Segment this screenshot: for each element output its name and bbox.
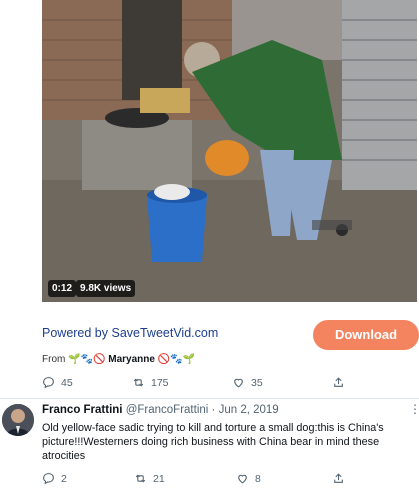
retweet-count: 175 (151, 376, 169, 389)
share-icon (334, 473, 343, 483)
tweet-text: Old yellow-face sadic trying to kill and… (42, 422, 384, 462)
video-views-badge: 9.8K views (76, 280, 136, 297)
like-count: 35 (251, 376, 263, 389)
embedded-tweet-card: 0:12 9.8K views Powered by SaveTweetVid.… (42, 0, 419, 374)
from-label: From (42, 354, 66, 365)
retweet-count: 21 (153, 472, 165, 485)
from-name[interactable]: Maryanne (108, 354, 155, 365)
retweet-icon (135, 474, 146, 483)
like-count: 8 (255, 472, 261, 485)
reply-action[interactable]: 2 (42, 472, 134, 485)
video-frame-image (42, 0, 417, 302)
avatar[interactable] (2, 404, 34, 436)
heart-icon (238, 474, 247, 484)
share-action[interactable] (332, 376, 351, 389)
reply-icon (43, 377, 54, 389)
retweet-icon (133, 378, 144, 387)
like-action[interactable]: 35 (232, 376, 332, 389)
tweet-date[interactable]: Jun 2, 2019 (219, 404, 279, 416)
retweet-action[interactable]: 175 (132, 376, 232, 389)
author-name[interactable]: Franco Frattini (42, 404, 123, 416)
tweet-header: Franco Frattini @FrancoFrattini · Jun 2,… (42, 404, 279, 416)
video-duration-badge: 0:12 (48, 280, 77, 297)
reply-icon (43, 473, 54, 485)
reply-count: 2 (61, 472, 67, 485)
more-options-icon[interactable]: ⋮ (409, 402, 419, 416)
from-emoji-after: 🚫🐾🌱 (157, 354, 196, 365)
header-separator: · (211, 404, 216, 416)
heart-icon (234, 378, 243, 388)
retweet-action[interactable]: 21 (134, 472, 236, 485)
share-action[interactable] (332, 472, 351, 485)
download-button[interactable]: Download (313, 320, 419, 350)
powered-by-link[interactable]: Powered by SaveTweetVid.com (42, 326, 218, 340)
like-action[interactable]: 8 (236, 472, 332, 485)
from-attribution: From 🌱🐾🚫 Maryanne 🚫🐾🌱 (42, 354, 195, 365)
tweet-actions: 2 21 8 (42, 472, 362, 485)
tweet-divider (0, 398, 419, 399)
reply-action[interactable]: 45 (42, 376, 132, 389)
author-handle[interactable]: @FrancoFrattini (126, 404, 209, 416)
share-icon (334, 377, 343, 387)
from-emoji-before: 🌱🐾🚫 (68, 354, 106, 365)
avatar-image (2, 404, 34, 436)
video-player[interactable]: 0:12 9.8K views (42, 0, 417, 302)
reply-count: 45 (61, 376, 73, 389)
embedded-tweet-actions: 45 175 35 (42, 376, 362, 389)
